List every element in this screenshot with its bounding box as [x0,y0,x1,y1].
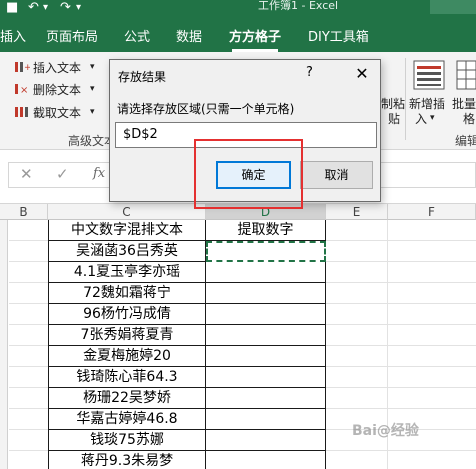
tab-data[interactable]: 数据 [176,30,202,46]
ribbon-tabs: 插入 页面布局 公式 数据 方方格子 DIY工具箱 [0,20,476,52]
undo-icon[interactable]: ↶ [28,0,39,16]
column-b-cells[interactable] [9,220,48,469]
table-row[interactable]: 96杨竹冯成倩 [48,304,206,325]
dialog-title: 存放结果 [118,70,167,84]
table-row[interactable]: 72魏如霜蒋宁 [48,283,206,304]
close-icon[interactable]: ✕ [342,60,382,88]
table-row[interactable]: 吴涵菡36吕秀英 [48,241,206,262]
help-icon[interactable]: ? [306,65,313,80]
batch-icon [456,60,476,90]
table-row-d[interactable] [206,283,326,304]
tab-diy-toolbox[interactable]: DIY工具箱 [308,30,369,46]
row-header-strip [0,220,8,469]
new-insert-dropdown-icon[interactable]: ▾ [430,111,435,125]
highlight-box [194,139,303,209]
search-box[interactable] [430,0,476,14]
undo-dropdown-icon[interactable]: ▾ [43,0,48,16]
save-icon[interactable]: ■ [6,0,18,16]
copy-paste-button[interactable]: 制粘 [381,97,405,111]
tab-fangfangezi[interactable]: 方方格子 [229,30,281,46]
tab-page-layout[interactable]: 页面布局 [46,30,98,46]
table-row-d[interactable] [206,451,326,469]
table-row[interactable]: 金夏梅施婷20 [48,346,206,367]
new-insert-icon [413,60,445,90]
cancel-button[interactable]: 取消 [300,161,373,189]
title-bar: ■ ↶ ▾ ↷ ▾ 工作簿1 - Excel [0,0,476,20]
insert-text-dropdown-icon[interactable]: ▾ [90,60,95,74]
cell-c-header[interactable]: 中文数字混排文本 [48,220,206,241]
batch-sub-label: 格 [463,112,476,126]
table-row-d[interactable] [206,409,326,430]
excel-window: ■ ↶ ▾ ↷ ▾ 工作簿1 - Excel 插入 页面布局 公式 数据 方方格… [0,0,476,469]
tab-formulas[interactable]: 公式 [124,30,150,46]
delete-text-dropdown-icon[interactable]: ▾ [90,82,95,96]
table-row[interactable]: 4.1夏玉亭李亦瑶 [48,262,206,283]
new-insert-button[interactable]: 新增插 [409,97,445,111]
column-header-f-label: F [428,205,435,219]
table-row-d[interactable] [206,367,326,388]
column-header-b-label: B [19,205,28,219]
watermark: Bai@经验 [352,423,419,439]
table-row-d[interactable] [206,346,326,367]
delete-text-button[interactable]: 删除文本 [33,83,81,97]
table-row[interactable]: 钱琰75苏娜 [48,430,206,451]
dialog-prompt: 请选择存放区域(只需一个单元格) [117,102,295,116]
table-row-d[interactable] [206,430,326,451]
table-row-d[interactable] [206,388,326,409]
copy-paste-sub-label: 贴 [388,112,401,126]
column-header-e-label: E [352,205,361,219]
tab-insert[interactable]: 插入 [0,30,26,46]
extract-text-icon [15,107,28,117]
batch-button[interactable]: 批量 [452,97,476,111]
svg-text:×: × [20,85,28,96]
column-header-b[interactable]: B [0,204,48,220]
insert-text-button[interactable]: 插入文本 [33,61,81,75]
enter-entry-icon[interactable]: ✓ [56,165,69,183]
table-row-d[interactable] [206,325,326,346]
column-header-c-label: C [122,205,131,219]
redo-icon[interactable]: ↷ [60,0,71,16]
group-label-edit: 编辑 [455,134,476,148]
cell-d-header[interactable]: 提取数字 [206,220,326,241]
new-insert-sub-label: 入 [415,112,428,126]
table-row-d[interactable] [206,304,326,325]
ribbon-separator [405,58,406,140]
extract-text-dropdown-icon[interactable]: ▾ [90,105,95,119]
table-row[interactable]: 蒋丹9.3朱易梦 [48,451,206,469]
redo-dropdown-icon[interactable]: ▾ [76,0,81,16]
cancel-entry-icon[interactable]: ✕ [20,165,33,183]
window-title: 工作簿1 - Excel [258,0,339,12]
fx-icon[interactable]: fx [93,166,105,181]
svg-text:+: + [24,63,30,73]
cell-d2-selected[interactable] [206,241,326,262]
column-header-c[interactable]: C [48,204,206,220]
column-header-f[interactable]: F [388,204,476,220]
table-row[interactable]: 华嘉古婷婷46.8 [48,409,206,430]
table-row[interactable]: 杨珊22吴梦娇 [48,388,206,409]
table-row[interactable]: 7张秀娟蒋夏青 [48,325,206,346]
column-header-e[interactable]: E [326,204,388,220]
table-row[interactable]: 钱琦陈心菲64.3 [48,367,206,388]
insert-text-icon: + [15,62,30,73]
delete-text-icon: × [15,84,28,96]
table-row-d[interactable] [206,262,326,283]
extract-text-button[interactable]: 截取文本 [33,106,81,120]
